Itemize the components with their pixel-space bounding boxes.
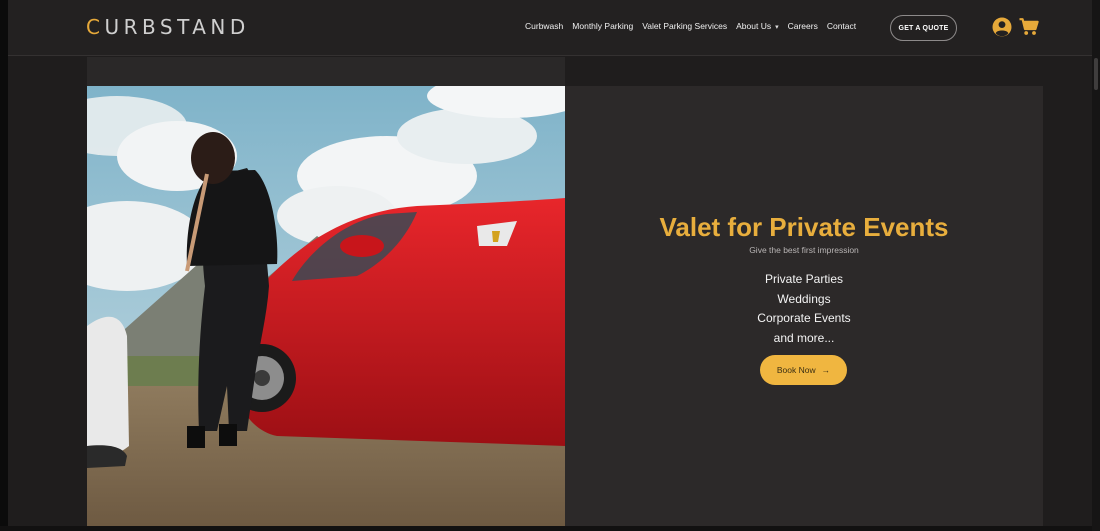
list-item: Weddings [777,291,831,306]
user-circle-icon[interactable] [992,17,1012,37]
hero-image-woman-red-car [87,86,565,526]
cart-icon[interactable] [1019,18,1039,36]
list-item: and more... [773,330,835,345]
site-logo[interactable]: CURBSTAND [86,15,250,39]
page: CURBSTAND Curbwash Monthly Parking Valet… [0,0,1100,531]
chevron-down-icon: ▾ [775,24,779,31]
nav-monthly-parking[interactable]: Monthly Parking [572,21,633,31]
list-item: Private Parties [764,272,844,286]
bottom-edge [0,526,1092,531]
main-nav: Curbwash Monthly Parking Valet Parking S… [525,21,856,31]
arrow-right-icon: → [821,365,831,375]
nav-valet-parking-services[interactable]: Valet Parking Services [642,21,727,31]
logo-text-stand: STAND [159,15,250,39]
logo-letter-c: C [86,15,105,39]
nav-about-us-label: About Us [736,21,772,31]
book-now-button[interactable]: Book Now → [760,355,847,385]
hero-image-illustration [87,86,565,526]
list-item: Corporate Events [757,311,851,326]
book-now-label: Book Now [776,365,816,375]
site-header: CURBSTAND Curbwash Monthly Parking Valet… [8,0,1092,56]
nav-careers[interactable]: Careers [788,21,818,31]
window-edge [0,0,8,531]
scrollbar-thumb[interactable] [1094,58,1098,90]
private-events-panel: Valet for Private Events Give the best f… [565,86,1043,526]
page-title: Valet for Private Events [659,212,949,242]
get-a-quote-button[interactable]: GET A QUOTE [890,15,957,41]
nav-contact[interactable]: Contact [827,21,856,31]
nav-curbwash[interactable]: Curbwash [525,21,563,31]
event-types-list: Private Parties Weddings Corporate Event… [565,270,1043,348]
logo-text-urb: URB [104,15,160,39]
image-top-band [87,57,565,86]
page-subtitle: Give the best first impression [749,245,859,255]
nav-about-us[interactable]: About Us ▾ [736,21,778,31]
